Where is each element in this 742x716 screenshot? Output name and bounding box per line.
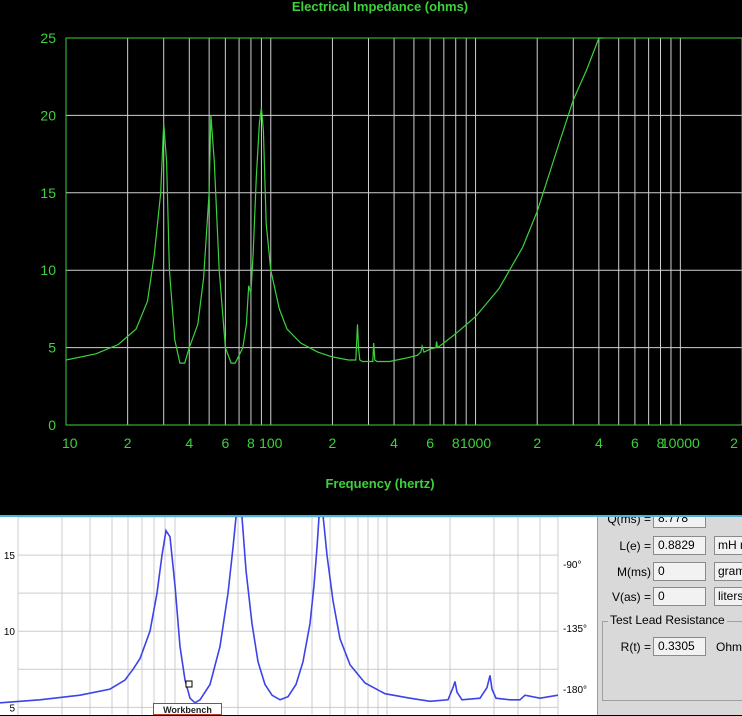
parameters-panel: Q(ms) = 8.778 L(e) = 0.8829 mH r M(ms) 0… <box>597 517 742 715</box>
impedance-x-tick: 6 <box>426 435 434 451</box>
qms-label: Q(ms) = <box>607 517 651 526</box>
test-lead-title: Test Lead Resistance <box>608 613 727 627</box>
workbench-phase-tick: -90° <box>563 560 581 571</box>
workbench-phase-tick: -180° <box>563 685 587 696</box>
workbench-phase-tick: -135° <box>563 624 587 635</box>
impedance-x-tick: 4 <box>185 435 193 451</box>
vas-label: V(as) = <box>611 590 651 604</box>
workbench-tab[interactable]: Workbench <box>153 703 222 715</box>
impedance-x-tick: 8 <box>247 435 255 451</box>
impedance-x-tick: 2 <box>124 435 132 451</box>
impedance-x-tick-labels: 10 2 4 6 8 100 2 4 6 8 1000 2 4 6 810000 2 <box>62 435 738 451</box>
workbench-y-tick: 5 <box>9 703 15 714</box>
impedance-x-tick: 8 <box>452 435 460 451</box>
rt-label: R(t) = <box>620 640 651 654</box>
rt-unit-label: Ohm <box>716 640 742 654</box>
impedance-x-axis-label: Frequency (hertz) <box>325 476 434 491</box>
impedance-x-tick: 6 <box>221 435 229 451</box>
impedance-y-tick: 15 <box>40 185 56 201</box>
impedance-y-tick: 10 <box>40 262 56 278</box>
workbench-chart: 5 10 15 -90° -135° -180° <box>0 517 587 715</box>
impedance-x-tick: 100 <box>259 435 283 451</box>
impedance-x-tick: 2 <box>533 435 541 451</box>
impedance-curve <box>65 37 604 364</box>
impedance-chart: Electrical Impedance (ohms) 0 5 10 15 20 25 1… <box>40 0 742 491</box>
workbench-y-tick-labels: 5 10 15 <box>4 551 16 714</box>
mms-label: M(ms) <box>617 565 651 579</box>
workbench-grid <box>17 517 559 715</box>
cursor-marker[interactable] <box>185 680 193 688</box>
test-lead-group <box>602 621 742 701</box>
mms-field[interactable]: 0 <box>653 562 706 581</box>
impedance-y-tick: 25 <box>40 30 56 46</box>
le-unit-select[interactable]: mH r <box>714 536 742 555</box>
impedance-x-tick: 1000 <box>460 435 491 451</box>
vas-row: V(as) = 0 liters <box>598 587 742 609</box>
rt-field[interactable]: 0.3305 <box>653 637 706 656</box>
impedance-chart-title: Electrical Impedance (ohms) <box>292 0 468 14</box>
impedance-x-tick: 4 <box>595 435 603 451</box>
vas-unit-select[interactable]: liters <box>714 587 742 606</box>
vas-field[interactable]: 0 <box>653 587 706 606</box>
workbench-panel: 5 10 15 -90° -135° -180° Workbench Q(ms) = 8… <box>0 517 742 715</box>
mms-row: M(ms) 0 gram <box>598 562 742 584</box>
impedance-x-tick: 10000 <box>661 435 700 451</box>
workbench-y-tick: 10 <box>4 627 16 638</box>
qms-field[interactable]: 8.778 <box>653 517 706 528</box>
workbench-y-tick: 15 <box>4 551 16 562</box>
impedance-x-tick: 2 <box>730 435 738 451</box>
impedance-y-tick: 5 <box>48 340 56 356</box>
impedance-y-tick: 20 <box>40 107 56 123</box>
impedance-y-tick-labels: 0 5 10 15 20 25 <box>40 30 56 433</box>
impedance-plot-frame <box>65 37 742 426</box>
mms-unit-select[interactable]: gram <box>714 562 742 581</box>
le-field[interactable]: 0.8829 <box>653 536 706 555</box>
impedance-x-tick: 2 <box>329 435 337 451</box>
le-label: L(e) = <box>619 539 651 553</box>
rt-row: R(t) = 0.3305 Ohm <box>598 637 742 659</box>
workbench-phase-tick-labels: -90° -135° -180° <box>563 560 587 696</box>
impedance-grid <box>66 38 742 425</box>
workbench-plot-area <box>18 517 558 715</box>
impedance-y-tick: 0 <box>48 417 56 433</box>
le-row: L(e) = 0.8829 mH r <box>598 536 742 558</box>
qms-row: Q(ms) = 8.778 <box>598 517 742 531</box>
impedance-x-tick: 6 <box>631 435 639 451</box>
impedance-x-tick: 10 <box>62 435 78 451</box>
impedance-x-tick: 4 <box>390 435 398 451</box>
